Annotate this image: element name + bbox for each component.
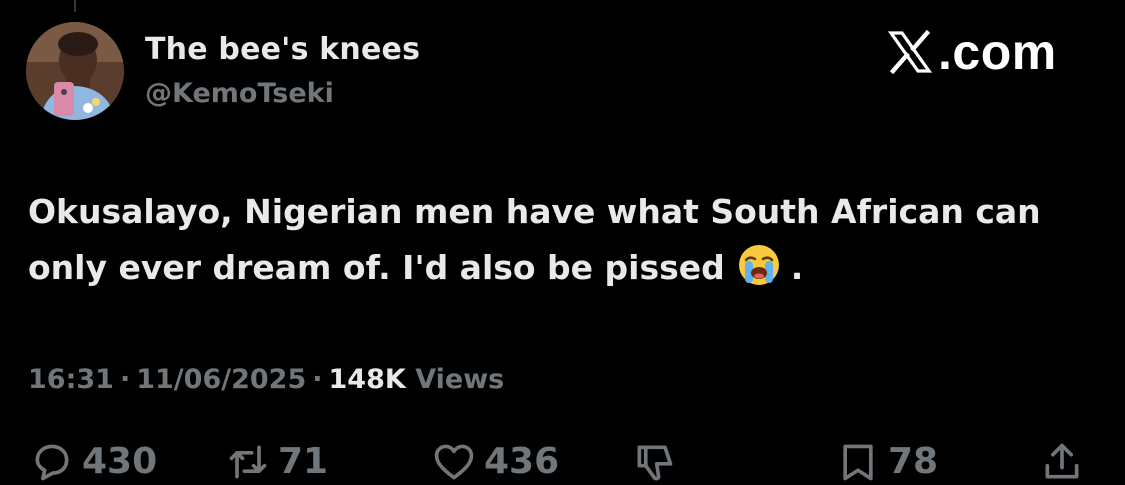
bookmark-icon bbox=[843, 444, 873, 481]
thumbs-down-icon bbox=[637, 445, 673, 481]
meta-separator: · bbox=[312, 364, 323, 395]
heart-icon bbox=[434, 444, 474, 480]
tweet-date[interactable]: 11/06/2025 bbox=[136, 364, 306, 395]
author-name[interactable]: The bee's knees bbox=[145, 32, 420, 67]
bookmark-count: 78 bbox=[888, 441, 939, 482]
like-count: 436 bbox=[484, 441, 560, 482]
meta-separator: · bbox=[119, 364, 131, 395]
brand-watermark: .com bbox=[884, 24, 1057, 80]
tweet-text-line-1: Okusalayo, Nigerian men have what South … bbox=[28, 192, 1041, 231]
action-bar: 430 71 436 78 bbox=[0, 440, 1125, 485]
thread-line bbox=[74, 0, 76, 12]
tweet-meta: 16:31 · 11/06/2025 · 148K Views bbox=[28, 364, 504, 395]
dislike-button[interactable] bbox=[632, 440, 676, 484]
like-button[interactable]: 436 bbox=[432, 440, 559, 484]
tweet-time[interactable]: 16:31 bbox=[28, 364, 114, 395]
share-button[interactable] bbox=[1040, 440, 1084, 484]
tweet-body: Okusalayo, Nigerian men have what South … bbox=[28, 184, 1098, 296]
tweet-text-line-2: only ever dream of. I'd also be pissed . bbox=[28, 240, 1098, 296]
share-icon bbox=[1045, 443, 1079, 479]
brand-domain: .com bbox=[938, 24, 1057, 80]
views-count[interactable]: 148K bbox=[329, 364, 406, 395]
tweet-card: The bee's knees @KemoTseki .com Okusalay… bbox=[0, 0, 1125, 485]
x-logo-icon bbox=[887, 29, 933, 75]
views-label: Views bbox=[415, 364, 505, 395]
reply-icon bbox=[35, 444, 69, 481]
repost-button[interactable]: 71 bbox=[226, 440, 328, 484]
loudly-crying-face-emoji-icon bbox=[738, 245, 779, 285]
repost-count: 71 bbox=[278, 441, 329, 482]
author-handle[interactable]: @KemoTseki bbox=[145, 78, 334, 109]
tweet-text-line-2-end: . bbox=[790, 248, 804, 287]
reply-count: 430 bbox=[82, 441, 158, 482]
avatar[interactable] bbox=[26, 22, 124, 120]
repost-icon bbox=[229, 445, 267, 479]
bookmark-button[interactable]: 78 bbox=[836, 440, 938, 484]
reply-button[interactable]: 430 bbox=[30, 440, 157, 484]
tweet-text-line-2-start: only ever dream of. I'd also be pissed bbox=[28, 248, 725, 287]
